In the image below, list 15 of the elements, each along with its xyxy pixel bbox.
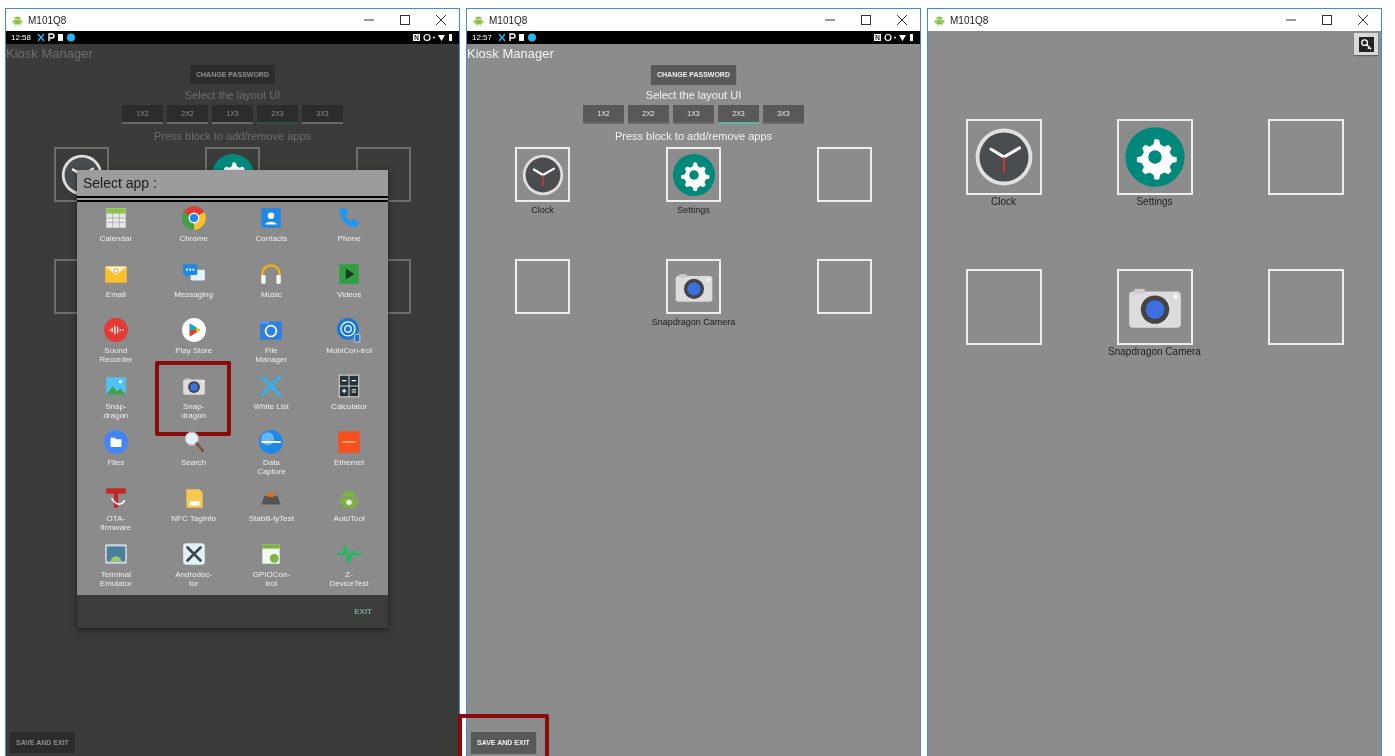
- app-label: Settings: [677, 204, 710, 216]
- app-label: Settings: [1136, 195, 1173, 209]
- status-time: 12:58: [11, 33, 32, 42]
- app-label: Snapdragon Camera: [651, 316, 736, 328]
- app-label: Clock: [531, 204, 554, 216]
- status-time: 12:57: [472, 33, 493, 42]
- window-title: M101Q8: [950, 14, 989, 26]
- app-title: Kiosk Manager: [467, 46, 554, 61]
- layout-prompt: Select the layout UI: [645, 89, 742, 102]
- window-title: M101Q8: [28, 14, 67, 26]
- dialog-title: Select app :: [77, 170, 388, 196]
- window-title: M101Q8: [489, 14, 528, 26]
- app-label: Snapdragon Camera: [1108, 345, 1201, 359]
- tiles-prompt: Press block to add/remove apps: [614, 130, 773, 143]
- app-label: Clock: [991, 195, 1016, 209]
